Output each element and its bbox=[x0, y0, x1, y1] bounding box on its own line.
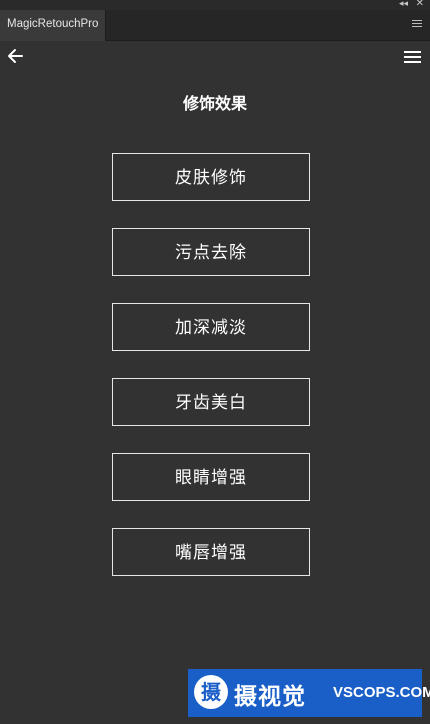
watermark-domain: VSCOPS.COM bbox=[333, 684, 430, 701]
close-icon[interactable]: ✕ bbox=[416, 0, 424, 10]
dodge-burn-button[interactable]: 加深减淡 bbox=[112, 303, 310, 351]
window-top-strip: ◂◂ ✕ bbox=[0, 0, 430, 10]
tab-label: MagicRetouchPro bbox=[7, 18, 99, 30]
watermark-badge: 摄 bbox=[194, 675, 228, 709]
skin-retouch-button[interactable]: 皮肤修饰 bbox=[112, 153, 310, 201]
tab-magicretouchpro[interactable]: MagicRetouchPro bbox=[0, 10, 106, 41]
teeth-whitening-button[interactable]: 牙齿美白 bbox=[112, 378, 310, 426]
eye-enhance-button[interactable]: 眼睛增强 bbox=[112, 453, 310, 501]
panel-tab-bar: MagicRetouchPro bbox=[0, 10, 430, 41]
lip-enhance-button[interactable]: 嘴唇增强 bbox=[112, 528, 310, 576]
page-title: 修饰效果 bbox=[182, 94, 247, 113]
watermark-name: 摄视觉 bbox=[234, 684, 306, 710]
blemish-removal-button[interactable]: 污点去除 bbox=[112, 228, 310, 276]
hamburger-icon[interactable] bbox=[404, 51, 421, 64]
panel-menu-icon[interactable] bbox=[412, 20, 422, 28]
arrow-left-icon[interactable] bbox=[4, 44, 28, 68]
watermark-logo: 摄 摄视觉 VSCOPS.COM bbox=[188, 669, 430, 717]
double-chevron-left-icon[interactable]: ◂◂ bbox=[399, 0, 408, 10]
